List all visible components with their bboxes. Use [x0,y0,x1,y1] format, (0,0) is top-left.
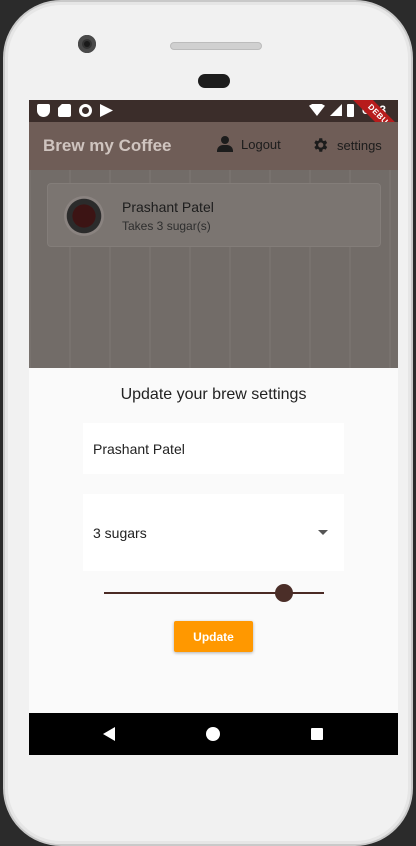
play-store-icon [100,104,113,117]
shield-icon [37,104,50,117]
gear-icon [314,138,328,152]
settings-label: settings [337,137,382,153]
brew-list-item[interactable]: Prashant Patel Takes 3 sugar(s) [47,183,381,247]
front-camera [78,35,96,53]
signal-icon [329,104,342,116]
coffee-cup-avatar [64,196,104,236]
sugars-dropdown[interactable]: 3 sugars [83,494,344,571]
app-title: Brew my Coffee [43,136,172,155]
speaker-grille [170,42,262,50]
wifi-icon [308,104,325,116]
status-bar: 6:03 DEBUG [29,100,398,151]
brew-sugars: Takes 3 sugar(s) [122,219,211,233]
settings-bottom-sheet: Update your brew settings 3 sugars Updat… [29,368,398,713]
sheet-title: Update your brew settings [120,386,307,403]
brew-list: Prashant Patel Takes 3 sugar(s) [29,170,398,370]
back-icon[interactable] [103,727,115,741]
app-screen: 6:03 DEBUG Brew my Coffee Logout setting… [29,100,398,755]
dropdown-arrow-icon [318,530,328,535]
person-icon [217,136,233,152]
notification-icons [37,104,113,117]
battery-icon [346,103,354,117]
home-icon[interactable] [206,727,220,741]
sd-card-icon [58,104,71,117]
sugars-selected-value: 3 sugars [93,525,147,541]
name-field[interactable] [83,423,344,474]
sync-icon [79,104,92,117]
update-button[interactable]: Update [174,621,253,652]
settings-button[interactable]: settings [311,136,382,154]
brew-name: Prashant Patel [122,199,214,215]
logout-label: Logout [241,136,281,152]
earpiece [198,74,230,88]
logout-button[interactable]: Logout [217,136,281,152]
slider-thumb[interactable] [275,584,294,602]
recent-apps-icon[interactable] [311,728,323,740]
phone-frame: 6:03 DEBUG Brew my Coffee Logout setting… [3,0,413,846]
strength-slider[interactable] [104,583,324,603]
navigation-bar [29,713,398,755]
app-bar: Brew my Coffee Logout settings [29,122,398,170]
